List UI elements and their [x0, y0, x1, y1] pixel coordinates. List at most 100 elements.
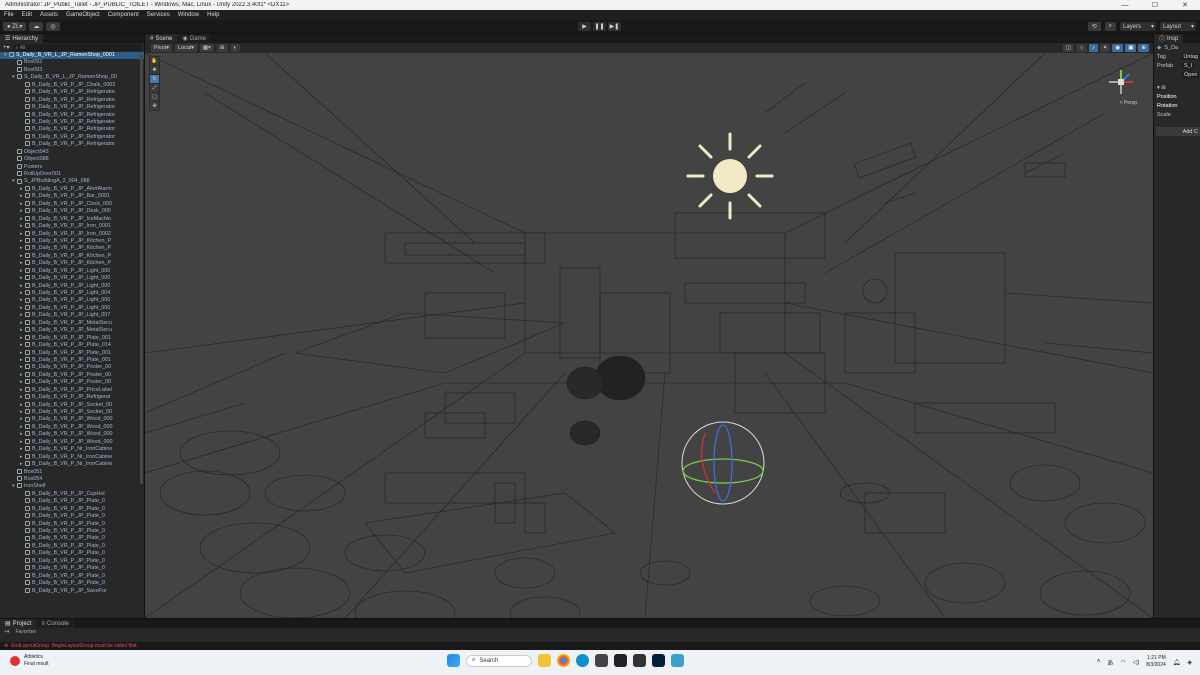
hierarchy-row[interactable]: B_Daily_B_VR_P_JP_Plate_0: [0, 573, 144, 580]
hierarchy-row[interactable]: ▸ B_Daily_B_VR_P_JP_Refrigerat: [0, 394, 144, 401]
hierarchy-row[interactable]: B_Daily_B_VR_P_JP_Refrigerator: [0, 141, 144, 148]
hierarchy-row[interactable]: B_Daily_B_VR_P_JP_Plate_0: [0, 513, 144, 520]
pause-button[interactable]: ❚❚: [593, 22, 606, 31]
wifi-icon[interactable]: ◠: [1120, 659, 1125, 666]
hierarchy-row[interactable]: ▸ B_Daily_B_VR_P_JP_Kitchen_P: [0, 245, 144, 252]
rotate-tool[interactable]: ↻: [150, 75, 159, 83]
close-button[interactable]: ✕: [1170, 1, 1200, 9]
tag-dropdown[interactable]: Untag: [1181, 53, 1200, 60]
lighting-toggle[interactable]: ☼: [1075, 44, 1088, 52]
hierarchy-row[interactable]: Box054: [0, 476, 144, 483]
hierarchy-row[interactable]: B_Daily_B_VR_P_JP_Refrigerator: [0, 134, 144, 141]
hierarchy-row[interactable]: ▸ B_Daily_B_VR_P_JP_Plate_001: [0, 357, 144, 364]
store-icon[interactable]: [595, 654, 608, 667]
hierarchy-row[interactable]: B_Daily_B_VR_P_JP_Plate_0: [0, 506, 144, 513]
ime-icon[interactable]: あ: [1107, 658, 1113, 667]
hierarchy-row[interactable]: ▸ B_Daily_B_VR_P_JP_Iron_0001: [0, 223, 144, 230]
hierarchy-row[interactable]: ▸ B_Daily_B_VR_P_JP_Light_000: [0, 305, 144, 312]
hierarchy-row[interactable]: B_Daily_B_VR_P_JP_CupHol: [0, 491, 144, 498]
hierarchy-row[interactable]: B_Daily_B_VR_P_JP_Plate_0: [0, 528, 144, 535]
add-component-button[interactable]: Add C: [1156, 127, 1200, 136]
menu-window[interactable]: Window: [178, 12, 199, 18]
chevron-up-icon[interactable]: ˄: [1097, 659, 1101, 665]
effects-toggle[interactable]: ✦: [1099, 44, 1111, 52]
hierarchy-row[interactable]: ▸ B_Daily_B_VR_P_JP_PriceLabel: [0, 387, 144, 394]
hierarchy-row[interactable]: B_Daily_B_VR_P_JP_Refrigerator: [0, 126, 144, 133]
layers-dropdown[interactable]: Layers ▾: [1120, 22, 1156, 31]
hierarchy-row[interactable]: ▸ B_Daily_B_VR_P_JP_Wood_000: [0, 424, 144, 431]
hierarchy-row[interactable]: RollUpDoor001: [0, 171, 144, 178]
hierarchy-row[interactable]: ▸ B_Daily_B_VR_P_JP_Kitchen_P: [0, 260, 144, 267]
hierarchy-row[interactable]: ▸ B_Daily_B_VR_P_JP_Light_004: [0, 290, 144, 297]
menu-edit[interactable]: Edit: [22, 12, 32, 18]
hierarchy-row[interactable]: B_Daily_B_VR_P_JP_Plate_0: [0, 550, 144, 557]
hierarchy-row[interactable]: ▸ B_Daily_B_VR_P_JP_Plate_014: [0, 342, 144, 349]
history-button[interactable]: ⟲: [1087, 22, 1101, 31]
hierarchy-row[interactable]: ▸ B_Daily_B_VR_P_JP_Plate_001: [0, 335, 144, 342]
hidden-toggle[interactable]: ◉: [1112, 44, 1124, 52]
hierarchy-row[interactable]: ▸ B_Daily_B_VR_P_JP_Plate_001: [0, 350, 144, 357]
tab-console[interactable]: ≡ Console: [36, 619, 74, 628]
cloud-button[interactable]: ☁: [29, 22, 44, 31]
hierarchy-row[interactable]: Box093: [0, 67, 144, 74]
hierarchy-row[interactable]: ▸ B_Daily_B_VR_P_JP_Poster_00: [0, 372, 144, 379]
hierarchy-row[interactable]: ▸ B_Daily_B_VR_P_JP_Socket_00: [0, 402, 144, 409]
local-dropdown[interactable]: Local ▾: [175, 44, 197, 52]
hierarchy-row[interactable]: ▸ B_Daily_B_VR_P_Nr_IronCabine: [0, 446, 144, 453]
hierarchy-row[interactable]: ▸ B_Daily_B_VR_P_JP_IceMachin: [0, 216, 144, 223]
hierarchy-row[interactable]: ▾ S_Daily_B_VR_L_JP_RamenShop_00: [0, 74, 144, 81]
maximize-button[interactable]: ☐: [1140, 1, 1170, 9]
hierarchy-row[interactable]: Object088: [0, 156, 144, 163]
clock[interactable]: 1:21 PM 8/3/2024: [1146, 655, 1165, 669]
hierarchy-row[interactable]: B_Daily_B_VR_P_JP_Plate_0: [0, 535, 144, 542]
hierarchy-row[interactable]: ▾ S_JPBuildingA_2_004_088: [0, 178, 144, 185]
hierarchy-row[interactable]: B_Daily_B_VR_P_JP_Plate_0: [0, 565, 144, 572]
start-icon[interactable]: [447, 654, 460, 667]
hierarchy-row[interactable]: ▸ B_Daily_B_VR_P_JP_MetalSecu: [0, 327, 144, 334]
hierarchy-row[interactable]: ▾ IronShelf: [0, 483, 144, 490]
draw-mode-button[interactable]: ◐: [230, 44, 240, 52]
hierarchy-row[interactable]: ▸ B_Daily_B_VR_P_Nr_IronCabine: [0, 454, 144, 461]
add-icon[interactable]: +▾: [3, 44, 10, 51]
audio-toggle[interactable]: ♪: [1089, 44, 1098, 52]
unity-hub-icon[interactable]: [614, 654, 627, 667]
directional-light-icon[interactable]: [686, 132, 774, 220]
hierarchy-row[interactable]: ▸ B_Daily_B_VR_P_JP_Desk_000: [0, 208, 144, 215]
hierarchy-row[interactable]: ▸ B_Daily_B_VR_P_JP_Socket_00: [0, 409, 144, 416]
camera-button[interactable]: ▣: [1125, 44, 1137, 52]
tab-game[interactable]: ◉ Game: [177, 34, 211, 43]
hierarchy-row[interactable]: ▸ B_Daily_B_VR_P_JP_Light_000: [0, 275, 144, 282]
hand-tool[interactable]: ✋: [150, 57, 159, 65]
copilot-icon[interactable]: ◈: [1187, 659, 1192, 666]
search-button[interactable]: ⌕: [1104, 22, 1116, 31]
hierarchy-row[interactable]: B_Daily_B_VR_P_JP_Plate_0: [0, 580, 144, 587]
hierarchy-row[interactable]: ▸ B_Daily_B_VR_P_JP_Light_000: [0, 283, 144, 290]
hierarchy-row[interactable]: ▸ B_Daily_B_VR_P_JP_Poster_00: [0, 379, 144, 386]
hierarchy-scrollbar[interactable]: [140, 54, 143, 484]
collab-button[interactable]: ◎: [46, 22, 60, 31]
prefab-field[interactable]: S_I: [1182, 62, 1195, 69]
tab-project[interactable]: ▤ Project: [0, 619, 37, 628]
status-bar[interactable]: ⊗ EndLayoutGroup: BeginLayoutGroup must …: [0, 642, 1200, 650]
menu-assets[interactable]: Assets: [40, 12, 58, 18]
hierarchy-row[interactable]: B_Daily_B_VR_P_JP_Refrigerator: [0, 119, 144, 126]
move-tool[interactable]: ✥: [150, 66, 159, 74]
hierarchy-row[interactable]: ▸ B_Daily_B_VR_P_JP_Wood_000: [0, 431, 144, 438]
hierarchy-row[interactable]: Object043: [0, 149, 144, 156]
menu-help[interactable]: Help: [207, 12, 219, 18]
hierarchy-row[interactable]: ▾ S_Daily_B_VR_L_JP_RamenShop_0001: [0, 52, 144, 60]
hierarchy-row[interactable]: ▸ B_Daily_B_VR_P_JP_AlertAlarm: [0, 186, 144, 193]
hierarchy-row[interactable]: ▸ B_Daily_B_VR_P_JP_Wood_000: [0, 439, 144, 446]
hierarchy-search-input[interactable]: ⌕ All: [12, 44, 141, 51]
hierarchy-row[interactable]: ▸ B_Daily_B_VR_P_JP_Wood_000: [0, 416, 144, 423]
tab-inspector[interactable]: ⓘ Insp: [1154, 34, 1184, 43]
play-button[interactable]: ▶: [578, 22, 591, 31]
hierarchy-row[interactable]: ▸ B_Daily_B_VR_P_JP_Poster_00: [0, 364, 144, 371]
hierarchy-row[interactable]: ▸ B_Daily_B_VR_P_Nr_IronCabine: [0, 461, 144, 468]
hierarchy-row[interactable]: B_Daily_B_VR_P_JP_Refrigerator: [0, 112, 144, 119]
hierarchy-row[interactable]: ▸ B_Daily_B_VR_P_JP_Bar_0001: [0, 193, 144, 200]
hierarchy-row[interactable]: B_Daily_B_VR_P_JP_Chalk_0002: [0, 82, 144, 89]
hierarchy-row[interactable]: B_Daily_B_VR_P_JP_Refrigerator: [0, 89, 144, 96]
scale-tool[interactable]: ⤢: [150, 84, 159, 92]
menu-component[interactable]: Component: [108, 12, 139, 18]
